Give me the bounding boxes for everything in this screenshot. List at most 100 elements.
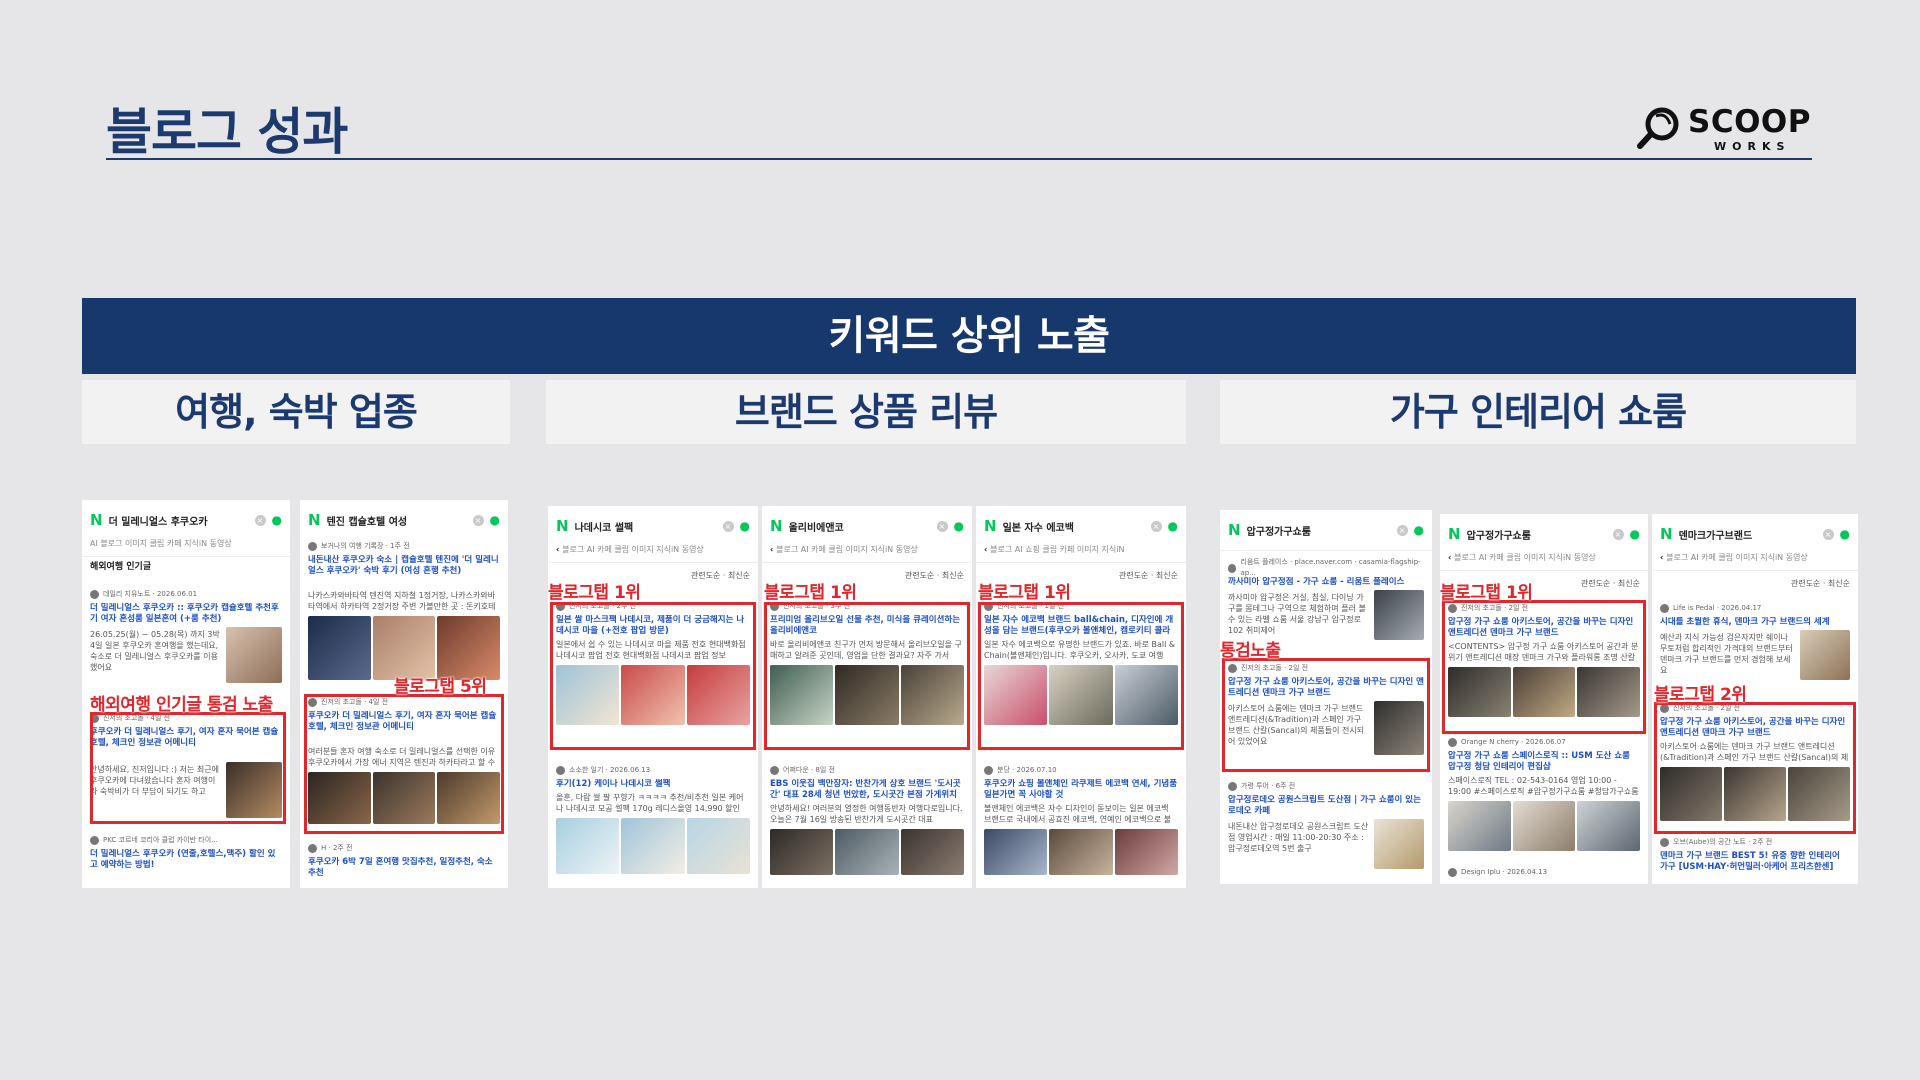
meta-text: Life is Pedal · 2026.04.17: [1673, 603, 1762, 612]
avatar: [90, 589, 99, 599]
tabs-text: 블로그 AI 카페 클립 이미지 지식iN 동영상: [1666, 553, 1808, 562]
entry-meta: Orange N cherry · 2026.06.07: [1448, 736, 1640, 748]
keyword-banner: 키워드 상위 노출: [82, 298, 1856, 374]
entry-title: 덴마크 가구 브랜드 BEST 5! 유중 향한 인테리어 가구 [USM·HA…: [1660, 851, 1840, 872]
tabs-text: 블로그 AI 카페 클립 이미지 지식iN 동영상: [1454, 553, 1596, 562]
search-bar: N 올리비에앤코 × ●: [770, 514, 964, 538]
section-title: 해외여행 인기글: [90, 562, 152, 572]
search-bar: N 일본 자수 에코백 × ●: [984, 514, 1178, 538]
avatar: [308, 843, 317, 853]
search-tabs: ‹ 블로그 AI 쇼핑 클립 카페 이미지 지식iN: [984, 544, 1180, 558]
entry-title: 후쿠오카 6박 7일 혼여행 맛집추천, 일정추천, 숙소 추천: [308, 857, 493, 878]
entry-thumbnails: [1448, 801, 1641, 851]
entry-title: 시대를 초월한 휴식, 덴마크 가구 브랜드의 세계: [1660, 617, 1830, 627]
entry-meta: H · 2주 전: [308, 842, 500, 854]
divider: [548, 562, 758, 563]
highlight-label-2: 블로그탭 5위: [394, 677, 487, 697]
entry-meta: 분당 · 2026.07.10: [984, 764, 1178, 776]
meta-text: 데일리 지유노트 · 2026.06.01: [103, 589, 198, 598]
entry-meta: 가령 투어 · 6주 전: [1228, 780, 1424, 792]
search-tabs: AI 블로그 이미지 클립 카페 지식iN 동영상: [90, 539, 232, 548]
blog-entry: 오브(Aube)의 공간 노트 · 2주 전 덴마크 가구 브랜드 BEST 5…: [1660, 836, 1850, 880]
mic-icon: ●: [953, 519, 964, 533]
search-query: 압구정가구쇼룸: [1466, 530, 1531, 542]
thumbnail: [372, 616, 436, 680]
thumbnail: [1512, 801, 1576, 851]
search-query: 일본 자수 에코백: [1002, 522, 1074, 534]
meta-text: 분당 · 2026.07.10: [997, 765, 1057, 774]
entry-thumbnail: [1374, 819, 1424, 869]
entry-title: 까사미아 압구정점 - 가구 쇼룸 - 리움트 플레이스: [1228, 577, 1405, 587]
naver-logo-icon: N: [1660, 525, 1673, 543]
avatar: [308, 541, 317, 551]
mic-icon: ●: [1629, 527, 1640, 541]
blog-entry: 가령 투어 · 6주 전 압구정로데오 공원스크립트 도산점 | 가구 쇼룸이 …: [1228, 780, 1424, 880]
search-bar: N 나데시코 썰팩 × ●: [556, 514, 750, 538]
entry-desc: 스페이스로직 TEL : 02-543-0164 영업 10:00 - 19:0…: [1448, 776, 1639, 796]
blog-entry: PKC 코르네 코리아 클럽 카이반 타이... 더 밀레니얼스 후쿠오카 (연…: [90, 834, 282, 878]
sort-filter[interactable]: 관련도순 · 최신순: [905, 570, 964, 581]
clear-icon: ×: [722, 520, 734, 532]
highlight-label-4: 블로그탭 1위: [764, 583, 857, 603]
highlight-box-1: [90, 712, 286, 824]
entry-title: 후쿠오카 쇼핑 볼앤체인 라쿠제트 에코백 연세, 기념품 일본가면 꼭 사야할…: [984, 779, 1178, 800]
mic-icon: ●: [271, 513, 282, 527]
entry-desc: 나카스카와바타역 텐진역 지하철 1정거장, 나카스카와바타역에서 하카타역 2…: [308, 591, 496, 611]
thumbnail: [621, 818, 685, 874]
sort-filter[interactable]: 관련도순 · 최신순: [1119, 570, 1178, 581]
highlight-box-4: [764, 602, 970, 750]
search-bar: N 압구정가구쇼룸 × ●: [1448, 522, 1640, 546]
thumbnail: [1448, 801, 1511, 851]
meta-text: 가령 투어 · 6주 전: [1241, 781, 1296, 790]
divider: [1220, 550, 1432, 551]
entry-title: 더 밀레니얼스 후쿠오카 (연줄,호텔스,맥주) 할인 있고 예약하는 방법!: [90, 849, 276, 870]
clear-icon: ×: [1396, 524, 1408, 536]
thumbnail: [437, 616, 501, 680]
highlight-label-8: 블로그탭 2위: [1654, 685, 1747, 705]
scoop-works-logo: SCOOP WORKS: [1636, 104, 1816, 154]
highlight-label-6: 통검노출: [1220, 641, 1281, 661]
entry-desc: 까사미아 압구정은 거실, 침실, 다이닝 가구를 몸테그나 구역으로 체험하며…: [1228, 593, 1366, 635]
meta-text: PKC 코르네 코리아 클럽 카이반 타이...: [103, 835, 218, 844]
search-tabs: ‹ 블로그 AI 카페 클립 이미지 지식iN 동영상: [1448, 552, 1642, 566]
thumbnail: [1577, 801, 1641, 851]
avatar: [90, 835, 99, 845]
entry-meta: Life is Pedal · 2026.04.17: [1660, 602, 1850, 614]
meta-text: 보거나의 여행 기록장 · 1주 전: [321, 541, 410, 550]
sort-filter[interactable]: 관련도순 · 최신순: [1581, 578, 1640, 589]
blog-entry: H · 2주 전 후쿠오카 6박 7일 혼여행 맛집추천, 일정추천, 숙소 추…: [308, 842, 500, 882]
avatar: [556, 765, 565, 775]
entry-meta: 데일리 지유노트 · 2026.06.01: [90, 588, 282, 600]
entry-meta: 오브(Aube)의 공간 노트 · 2주 전: [1660, 836, 1850, 848]
avatar: [1660, 837, 1669, 847]
entry-desc: 올훈, 다람 쌀 팔 꾸향가 ㅋㅋㅋㅋ 추천/비추천 일본 케어나 나데시코 모…: [556, 793, 744, 813]
mic-icon: ●: [1413, 523, 1424, 537]
entry-thumbnail: [1800, 630, 1850, 680]
mic-icon: ●: [1167, 519, 1178, 533]
sort-filter[interactable]: 관련도순 · 최신순: [691, 570, 750, 581]
blog-entry: 데일리 지유노트 · 2026.06.01 더 밀레니얼스 후쿠오카 :: 후쿠…: [90, 588, 282, 684]
category-brand-review: 브랜드 상품 리뷰: [546, 380, 1186, 444]
clear-icon: ×: [936, 520, 948, 532]
highlight-label-5: 블로그탭 1위: [978, 583, 1071, 603]
naver-logo-icon: N: [984, 517, 997, 535]
search-bar: N 덴마크가구브랜드 × ●: [1660, 522, 1850, 546]
blog-entry: Orange N cherry · 2026.06.07 압구정 가구 쇼룸 스…: [1448, 736, 1641, 856]
entry-thumbnail: [1374, 590, 1424, 640]
thumbnail: [900, 829, 964, 875]
search-query: 더 밀레니얼스 후쿠오카: [108, 516, 208, 528]
search-query: 텐진 캡슐호텔 여성: [326, 516, 408, 528]
sort-filter[interactable]: 관련도순 · 최신순: [1791, 578, 1850, 589]
entry-thumbnails: [308, 616, 501, 680]
clear-icon: ×: [1150, 520, 1162, 532]
entry-desc: 볼앤체인 에코백은 자수 디자인이 돋보이는 일본 에코백 브랜드로 국내에서 …: [984, 804, 1172, 824]
entry-title: 압구정 가구 쇼룸 스페이스로직 :: USM 도산 쇼룸 압구정 청담 인테리…: [1448, 751, 1630, 772]
clear-icon: ×: [1822, 528, 1834, 540]
entry-desc: 26.05.25(월) ~ 05.28(목) 까지 3박4일 일본 후쿠오카 혼…: [90, 630, 220, 672]
search-query: 덴마크가구브랜드: [1678, 530, 1753, 542]
search-tabs: ‹ 블로그 AI 카페 클립 이미지 지식iN 동영상: [556, 544, 752, 558]
entry-meta: 보거나의 여행 기록장 · 1주 전: [308, 540, 500, 552]
title-divider: [106, 158, 1812, 160]
logo-wordmark: SCOOP: [1688, 104, 1812, 140]
avatar: [1660, 603, 1669, 613]
